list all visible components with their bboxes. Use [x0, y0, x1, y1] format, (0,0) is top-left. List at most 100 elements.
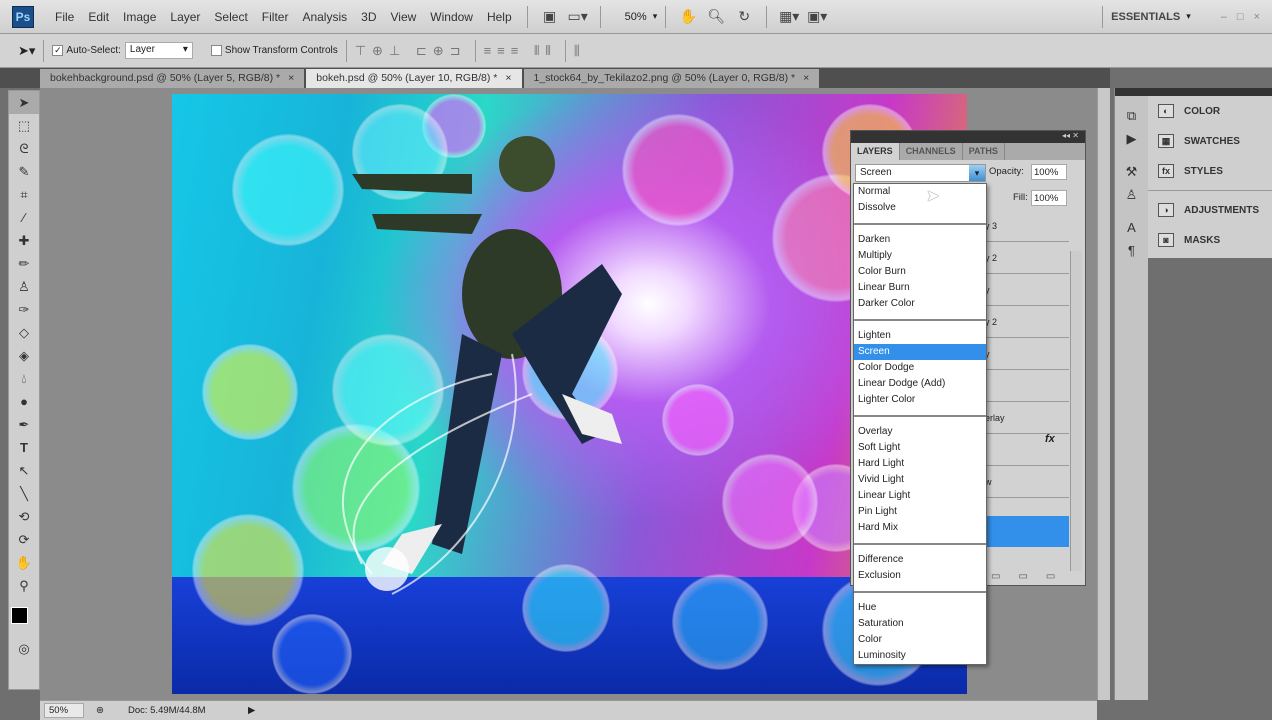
dodge-tool-icon[interactable]: ● — [9, 390, 39, 413]
menu-3d[interactable]: 3D — [354, 10, 383, 24]
pen-tool-icon[interactable]: ✒ — [9, 413, 39, 436]
close-tab-icon[interactable]: × — [288, 72, 294, 84]
tab-stock64[interactable]: 1_stock64_by_Tekilazo2.png @ 50% (Layer … — [523, 69, 820, 88]
menu-layer[interactable]: Layer — [163, 10, 207, 24]
fill-input[interactable]: 100% — [1031, 190, 1067, 206]
layer-row[interactable] — [985, 435, 1069, 466]
move-tool-preset-icon[interactable]: ➤▾ — [18, 43, 35, 59]
blend-option-hard-light[interactable]: Hard Light — [854, 456, 986, 472]
character-panel-icon[interactable]: A — [1115, 216, 1148, 239]
menu-file[interactable]: File — [48, 10, 81, 24]
blur-tool-icon[interactable]: 💧︎ — [9, 367, 39, 390]
menu-view[interactable]: View — [383, 10, 423, 24]
fx-icon[interactable]: fx — [1045, 433, 1055, 445]
tab-channels[interactable]: CHANNELS — [900, 143, 963, 160]
clone-stamp-icon[interactable]: ♙ — [9, 275, 39, 298]
layers-scrollbar[interactable] — [1070, 251, 1082, 571]
layer-row[interactable]: w — [985, 467, 1069, 498]
menu-edit[interactable]: Edit — [81, 10, 116, 24]
quick-select-tool-icon[interactable]: ✎ — [9, 160, 39, 183]
blend-option-dissolve[interactable]: Dissolve — [854, 200, 986, 216]
blend-option-normal[interactable]: Normal — [854, 184, 986, 200]
type-tool-icon[interactable]: T — [9, 436, 39, 459]
menu-analysis[interactable]: Analysis — [295, 10, 354, 24]
dock-masks[interactable]: ◙ MASKS — [1148, 225, 1272, 255]
blend-option-hard-mix[interactable]: Hard Mix — [854, 520, 986, 536]
zoom-select[interactable]: 50% — [625, 11, 647, 23]
workspace-switcher[interactable]: ESSENTIALS — [1111, 11, 1180, 23]
blend-mode-select[interactable]: Screen ▾ — [855, 164, 986, 182]
crop-tool-icon[interactable]: ⌗ — [9, 183, 39, 206]
dock-swatches[interactable]: ▦ SWATCHES — [1148, 126, 1272, 156]
close-tab-icon[interactable]: × — [505, 72, 511, 84]
blend-option-overlay[interactable]: Overlay — [854, 424, 986, 440]
show-transform-checkbox[interactable] — [210, 45, 222, 56]
history-brush-icon[interactable]: ✑ — [9, 298, 39, 321]
dock-color[interactable]: ◐ COLOR — [1148, 96, 1272, 126]
eraser-tool-icon[interactable]: ◇ — [9, 321, 39, 344]
hand-icon[interactable]: ✋ — [677, 7, 699, 27]
layer-row[interactable]: y — [985, 275, 1069, 306]
minimize-icon[interactable]: – — [1221, 11, 1227, 23]
blend-option-screen[interactable]: Screen — [854, 344, 986, 360]
blend-option-difference[interactable]: Difference — [854, 552, 986, 568]
zoom-tool-icon[interactable]: ⚲ — [9, 574, 39, 597]
history-panel-icon[interactable]: ⧉ — [1115, 104, 1148, 127]
blend-option-hue[interactable]: Hue — [854, 600, 986, 616]
blend-option-linear-dodge-add[interactable]: Linear Dodge (Add) — [854, 376, 986, 392]
blend-option-linear-light[interactable]: Linear Light — [854, 488, 986, 504]
blend-option-linear-burn[interactable]: Linear Burn — [854, 280, 986, 296]
color-swatches[interactable] — [9, 597, 39, 637]
layer-buttons[interactable]: ▭▭▭ — [991, 571, 1073, 582]
line-tool-icon[interactable]: ╲ — [9, 482, 39, 505]
zoom-field[interactable]: 50% — [44, 703, 84, 718]
paragraph-panel-icon[interactable]: ¶ — [1115, 239, 1148, 262]
blend-option-exclusion[interactable]: Exclusion — [854, 568, 986, 584]
selected-layer-row[interactable] — [985, 516, 1069, 547]
quick-mask-icon[interactable]: ◎ — [9, 637, 39, 660]
layer-row[interactable]: y 3 — [985, 211, 1069, 242]
blend-option-darken[interactable]: Darken — [854, 232, 986, 248]
paint-bucket-icon[interactable]: ◈ — [9, 344, 39, 367]
close-icon[interactable]: × — [1254, 11, 1260, 23]
auto-align-icon[interactable]: ⫼ — [574, 43, 580, 59]
eyedropper-tool-icon[interactable]: ⁄ — [9, 206, 39, 229]
blend-option-saturation[interactable]: Saturation — [854, 616, 986, 632]
lasso-tool-icon[interactable]: ᘓ — [9, 137, 39, 160]
blend-option-color[interactable]: Color — [854, 632, 986, 648]
vertical-scrollbar[interactable] — [1097, 88, 1110, 700]
layer-row[interactable]: erlay — [985, 403, 1069, 434]
blend-option-luminosity[interactable]: Luminosity — [854, 648, 986, 664]
rotate-view-icon[interactable]: ↻ — [733, 7, 755, 27]
menu-image[interactable]: Image — [116, 10, 163, 24]
blend-option-multiply[interactable]: Multiply — [854, 248, 986, 264]
blend-option-pin-light[interactable]: Pin Light — [854, 504, 986, 520]
status-icon[interactable]: ⊛ — [96, 705, 104, 716]
align-icons[interactable]: ⊤⊕⊥ ⊏⊕⊐ — [355, 43, 467, 59]
menu-window[interactable]: Window — [423, 10, 480, 24]
layer-row[interactable] — [985, 371, 1069, 402]
clone-source-icon[interactable]: ♙ — [1115, 183, 1148, 206]
auto-select-dropdown[interactable]: Layer — [124, 42, 193, 59]
screen-mode-icon[interactable]: ▣▾ — [806, 7, 828, 27]
layer-row[interactable]: y — [985, 339, 1069, 370]
foreground-color[interactable] — [11, 607, 28, 624]
layer-row[interactable]: y 2 — [985, 307, 1069, 338]
blend-option-lighter-color[interactable]: Lighter Color — [854, 392, 986, 408]
close-tab-icon[interactable]: × — [803, 72, 809, 84]
3d-rotate-icon[interactable]: ⟲ — [9, 505, 39, 528]
opacity-input[interactable]: 100% — [1031, 164, 1067, 180]
distribute-icons[interactable]: ≡≡≡ ⫴⫴ — [484, 43, 557, 59]
maximize-icon[interactable]: □ — [1237, 11, 1244, 23]
menu-filter[interactable]: Filter — [255, 10, 296, 24]
actions-panel-icon[interactable]: ▶ — [1115, 127, 1148, 150]
screen-mode-icon[interactable]: ▭▾ — [567, 7, 589, 27]
blend-option-soft-light[interactable]: Soft Light — [854, 440, 986, 456]
tool-presets-icon[interactable]: ⚒ — [1115, 160, 1148, 183]
dock-adjustments[interactable]: ◑ ADJUSTMENTS — [1148, 195, 1272, 225]
zoom-icon[interactable]: 🔍︎ — [705, 7, 727, 27]
bridge-icon[interactable]: ▣ — [539, 7, 561, 27]
brush-tool-icon[interactable]: ✏ — [9, 252, 39, 275]
layer-row[interactable]: y 2 — [985, 243, 1069, 274]
auto-select-checkbox[interactable]: ✓ — [52, 45, 64, 56]
